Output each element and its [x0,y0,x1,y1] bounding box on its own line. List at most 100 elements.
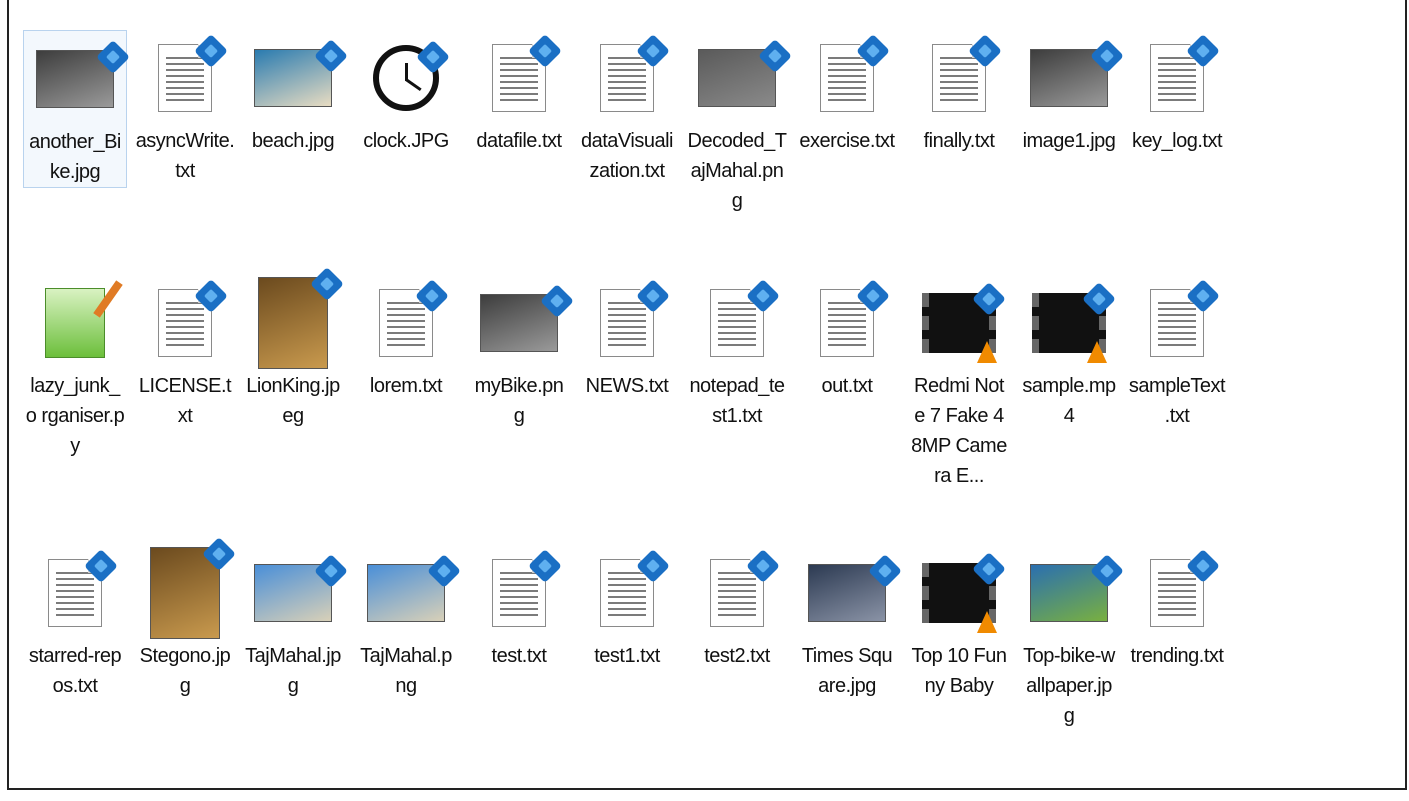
photo-city-icon [795,545,902,641]
file-name-label: test2.txt [704,645,770,667]
file-name-label: key_log.txt [1131,130,1223,152]
file-name-label: clock.JPG [363,130,449,152]
file-name-label: beach.jpg [251,130,335,152]
photo-tajmahal-icon [354,545,461,641]
file-item[interactable]: Stegono.jp g [133,537,237,701]
file-item[interactable]: finally.txt [907,30,1011,156]
photo-tajmahal-icon [241,545,348,641]
photo-lion-icon [241,267,345,371]
file-name-label: lorem.txt [369,375,443,397]
file-item[interactable]: sampleText .txt [1125,275,1229,431]
file-name-label: Top 10 Funny Baby [911,645,1007,697]
file-item[interactable]: Times Square.jpg [795,545,902,701]
file-item[interactable]: starred-rep os.txt [23,545,127,701]
file-item[interactable]: trending.txt [1125,545,1229,671]
text-file-icon [575,545,679,641]
python-file-icon [23,275,127,371]
sync-badge-icon [636,34,670,68]
file-item[interactable]: another_Bi ke.jpg [23,30,130,188]
file-item[interactable]: out.txt [795,275,899,401]
photo-lion-icon [133,537,237,641]
photo-bike-icon-graphic [480,284,574,352]
file-item[interactable]: image1.jpg [1017,30,1124,156]
file-item[interactable]: Top-bike-w allpaper.jp g [1017,545,1124,731]
file-item[interactable]: LICENSE.txt [133,275,237,431]
sync-badge-icon [96,40,130,74]
text-file-icon [1125,545,1229,641]
python-file-icon-graphic [45,280,123,358]
text-file-icon [575,30,679,126]
sync-badge-icon [528,549,562,583]
video-file-icon-graphic [1032,282,1116,363]
text-file-icon-graphic [820,34,890,112]
photo-tajmahal-icon-graphic [254,554,348,622]
file-item[interactable]: test1.txt [575,545,679,671]
file-item[interactable]: notepad_te st1.txt [685,275,789,431]
photo-lion-icon-graphic [258,267,344,369]
file-name-label: Times Square.jpg [801,645,893,697]
file-item[interactable]: dataVisuali zation.txt [575,30,679,186]
text-file-icon-graphic [710,549,780,627]
file-item[interactable]: TajMahal.jp g [241,545,348,701]
text-file-icon-graphic [158,279,228,357]
file-item[interactable]: lazy_junk_o rganiser.py [23,275,127,461]
file-item[interactable]: key_log.txt [1125,30,1229,156]
file-item[interactable]: NEWS.txt [575,275,679,401]
file-item[interactable]: Top 10 Funny Baby [907,545,1011,701]
sync-badge-icon [528,34,562,68]
text-file-icon [795,275,899,371]
clock-icon-graphic [373,40,450,111]
text-file-icon [907,30,1011,126]
text-file-icon-graphic [492,549,562,627]
sync-badge-icon [314,554,348,588]
text-file-icon-graphic [600,34,670,112]
text-file-icon [467,545,571,641]
sync-badge-icon [540,284,574,318]
file-item[interactable]: TajMahal.p ng [354,545,461,701]
text-file-icon-graphic [48,549,118,627]
file-name-label: Redmi Note 7 Fake 48MP Camera E... [911,375,1007,487]
file-name-label: sample.mp 4 [1022,375,1116,427]
sync-badge-icon [746,549,780,583]
file-name-label: image1.jpg [1022,130,1116,152]
text-file-icon-graphic [379,279,449,357]
text-file-icon [795,30,899,126]
sync-badge-icon [1090,39,1124,73]
file-name-label: myBike.pn g [474,375,564,427]
file-name-label: another_Bi ke.jpg [29,131,121,183]
file-item[interactable]: datafile.txt [467,30,571,156]
file-item[interactable]: sample.mp 4 [1017,275,1121,431]
sync-badge-icon [415,279,449,313]
file-item[interactable]: test2.txt [685,545,789,671]
sync-badge-icon [972,552,1006,586]
file-item[interactable]: lorem.txt [354,275,458,401]
text-file-icon-graphic [820,279,890,357]
sync-badge-icon [968,34,1002,68]
sync-badge-icon [1186,279,1220,313]
text-file-icon [685,275,789,371]
file-name-label: exercise.txt [799,130,895,152]
photo-noise-icon [685,30,792,126]
video-file-icon-graphic [922,552,1006,633]
file-item[interactable]: myBike.pn g [467,275,574,431]
photo-tajmahal-icon-graphic [367,554,461,622]
sync-badge-icon [194,34,228,68]
file-item[interactable]: beach.jpg [241,30,348,156]
file-name-label: starred-rep os.txt [28,645,122,697]
file-item[interactable]: Redmi Note 7 Fake 48MP Camera E... [907,275,1011,491]
sync-badge-icon [310,267,344,301]
file-item[interactable]: clock.JPG [354,30,458,156]
file-item[interactable]: Decoded_T ajMahal.pn g [685,30,792,216]
text-file-icon [575,275,679,371]
file-item[interactable]: LionKing.jp eg [241,267,345,431]
text-file-icon [1125,275,1229,371]
photo-bike-icon-graphic [1030,554,1124,622]
file-item[interactable]: test.txt [467,545,571,671]
sync-badge-icon [746,279,780,313]
photo-noise-icon-graphic [698,39,792,107]
file-item[interactable]: exercise.txt [795,30,899,156]
text-file-icon-graphic [492,34,562,112]
file-item[interactable]: asyncWrite. txt [133,30,237,186]
text-file-icon [354,275,458,371]
text-file-icon [1125,30,1229,126]
